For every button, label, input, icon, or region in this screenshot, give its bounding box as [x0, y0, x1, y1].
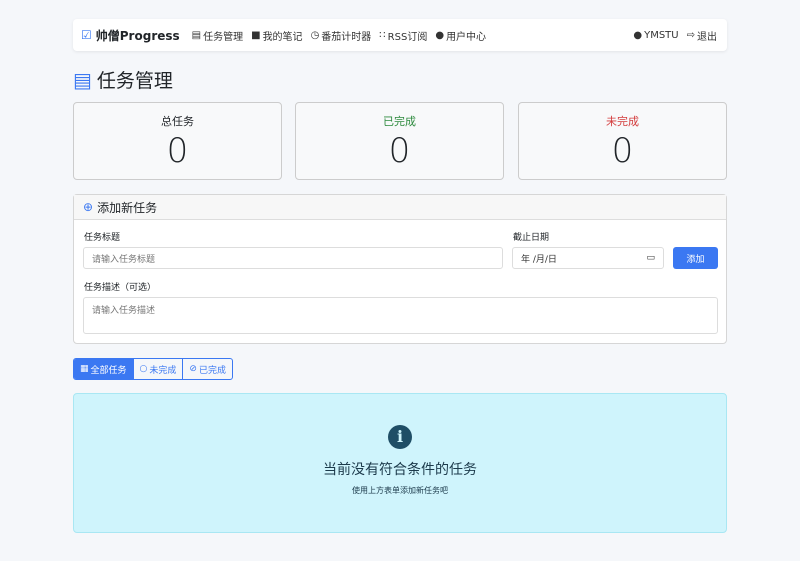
- nav-rss[interactable]: ∷ RSS订阅: [379, 28, 427, 43]
- circle-icon: ○: [139, 364, 148, 374]
- calendar-icon[interactable]: ▭: [646, 253, 655, 263]
- date-label: 截止日期: [513, 233, 550, 243]
- nav-tasks[interactable]: ▤ 任务管理: [192, 28, 243, 43]
- filter-all[interactable]: ▦ 全部任务: [74, 359, 134, 379]
- plus-circle-icon: ⊕: [83, 200, 94, 214]
- page-title: ▤ 任务管理: [73, 67, 173, 93]
- note-icon: ■: [251, 29, 261, 41]
- task-title-input[interactable]: 请输入任务标题: [83, 247, 503, 269]
- list-alt-icon: ▤: [73, 67, 92, 92]
- brand[interactable]: ☑ 帅僧Progress: [81, 27, 180, 44]
- stat-incomplete: 未完成 0: [518, 102, 727, 180]
- nav-user-center[interactable]: ● 用户中心: [435, 28, 486, 43]
- stat-completed: 已完成 0: [295, 102, 504, 180]
- sign-out-icon: ⇨: [686, 29, 695, 41]
- check-circle-icon: ⊘: [189, 364, 197, 374]
- filter-completed[interactable]: ⊘ 已完成: [183, 359, 232, 379]
- nav-logout[interactable]: ⇨ 退出: [687, 28, 717, 43]
- task-desc-textarea[interactable]: 请输入任务描述: [83, 297, 718, 334]
- clock-icon: ◷: [310, 29, 320, 41]
- add-button[interactable]: 添加: [673, 247, 718, 269]
- info-icon: i: [388, 425, 412, 449]
- user-icon: ●: [633, 29, 643, 41]
- nav-username[interactable]: ● YMSTU: [633, 30, 678, 41]
- list-alt-icon: ▤: [191, 29, 202, 41]
- card-header: ⊕ 添加新任务: [74, 195, 726, 220]
- user-icon: ●: [435, 29, 445, 41]
- filter-group: ▦ 全部任务 ○ 未完成 ⊘ 已完成: [73, 358, 233, 380]
- desc-label: 任务描述（可选）: [84, 283, 157, 293]
- nav-pomodoro[interactable]: ◷ 番茄计时器: [311, 28, 372, 43]
- navbar: ☑ 帅僧Progress ▤ 任务管理 ■ 我的笔记 ◷ 番茄计时器 ∷ RSS订阅 ● 用…: [73, 19, 727, 51]
- stat-total: 总任务 0: [73, 102, 282, 180]
- checkbox-icon: ☑: [81, 28, 92, 42]
- filter-incomplete[interactable]: ○ 未完成: [134, 359, 184, 379]
- table-icon: ▦: [80, 364, 89, 374]
- rss-icon: ∷: [379, 29, 386, 41]
- title-label: 任务标题: [84, 233, 121, 243]
- nav-notes[interactable]: ■ 我的笔记: [251, 28, 302, 43]
- add-task-card: ⊕ 添加新任务 任务标题 请输入任务标题 截止日期 年 /月/日 ▭ 添加 任务描述…: [73, 194, 727, 344]
- due-date-input[interactable]: 年 /月/日 ▭: [512, 247, 664, 269]
- empty-state-alert: i 当前没有符合条件的任务 使用上方表单添加新任务吧: [73, 393, 727, 533]
